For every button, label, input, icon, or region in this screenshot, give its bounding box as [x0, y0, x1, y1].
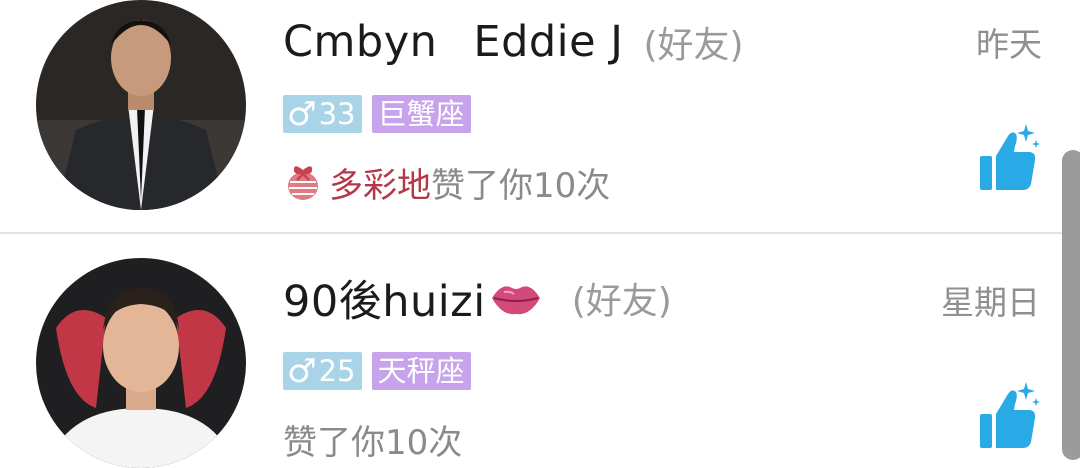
zodiac-badge: 天秤座 — [371, 352, 471, 390]
like-count-text: 赞了你10次 — [283, 422, 463, 463]
like-list-item[interactable]: Cmbyn Eddie J (好友) 昨天 ♂ 33 巨蟹座 多彩地 赞了你10… — [0, 0, 1080, 233]
scrollbar[interactable] — [1062, 150, 1080, 460]
gender-age-badge: ♂ 25 — [283, 352, 362, 390]
user-name: 90後huizi — [283, 277, 486, 327]
like-count-text: 赞了你10次 — [431, 165, 611, 206]
zodiac-badge: 巨蟹座 — [371, 95, 471, 133]
lips-kiss-icon — [491, 286, 540, 315]
age-value: 33 — [318, 97, 356, 131]
sender-name[interactable]: 多彩地 — [329, 158, 431, 207]
friend-tag: (好友) — [571, 281, 672, 322]
timestamp: 星期日 — [941, 283, 1040, 322]
avatar-photo — [36, 258, 246, 468]
avatar[interactable] — [36, 0, 246, 210]
user-name-second: Eddie J — [473, 17, 624, 67]
like-summary: 赞了你10次 — [283, 414, 462, 464]
thumbs-up-sparkle-icon[interactable] — [978, 122, 1040, 192]
like-list-item[interactable]: 90後huizi (好友) 星期日 ♂ 25 天秤座 赞了你10次 — [0, 234, 1080, 468]
thumbs-up-sparkle-icon[interactable] — [978, 380, 1040, 450]
profile-badges: ♂ 25 天秤座 — [283, 352, 471, 390]
timestamp: 昨天 — [976, 25, 1042, 64]
profile-badges: ♂ 33 巨蟹座 — [283, 95, 471, 133]
friend-tag: (好友) — [643, 25, 744, 66]
name-line: 90後huizi (好友) — [283, 270, 672, 327]
avatar-photo — [36, 0, 246, 210]
gift-bow-icon — [288, 166, 318, 200]
avatar[interactable] — [36, 258, 246, 468]
male-icon: ♂ — [287, 351, 317, 390]
like-summary: 多彩地 赞了你10次 — [283, 157, 610, 207]
age-value: 25 — [318, 354, 356, 388]
male-icon: ♂ — [287, 94, 317, 133]
user-name-first: Cmbyn — [283, 17, 438, 67]
name-line: Cmbyn Eddie J (好友) — [283, 14, 744, 70]
gender-age-badge: ♂ 33 — [283, 95, 362, 133]
